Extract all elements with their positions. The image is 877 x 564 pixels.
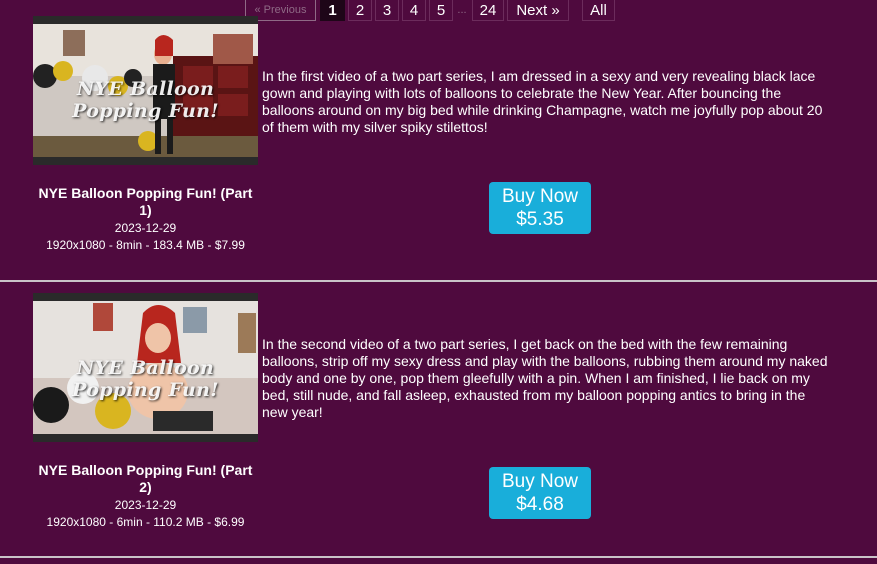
video-thumbnail-part-1[interactable]: NYE Balloon Popping Fun! xyxy=(33,16,258,165)
pagination-page-2[interactable]: 2 xyxy=(348,0,372,21)
buy-now-label: Buy Now xyxy=(501,186,579,207)
video-meta-part-1: NYE Balloon Popping Fun! (Part 1) 2023-1… xyxy=(33,185,258,253)
pagination-all[interactable]: All xyxy=(582,0,615,21)
buy-now-price: $4.68 xyxy=(516,494,564,515)
video-description-part-2: In the second video of a two part series… xyxy=(262,336,828,420)
thumbnail-overlay-text: NYE Balloon Popping Fun! xyxy=(72,78,219,122)
buy-now-button-part-2[interactable]: Buy Now $4.68 xyxy=(489,467,591,519)
pagination-page-4[interactable]: 4 xyxy=(402,0,426,21)
pagination-current-page: 1 xyxy=(320,0,345,21)
item-divider xyxy=(0,280,877,282)
video-specs: 1920x1080 - 8min - 183.4 MB - $7.99 xyxy=(46,238,245,252)
pagination-page-5[interactable]: 5 xyxy=(429,0,453,21)
buy-now-label: Buy Now xyxy=(501,471,579,492)
pagination-next[interactable]: Next » xyxy=(507,0,569,21)
video-thumbnail-part-2[interactable]: NYE Balloon Popping Fun! xyxy=(33,293,258,442)
pagination-page-3[interactable]: 3 xyxy=(375,0,399,21)
video-meta-part-2: NYE Balloon Popping Fun! (Part 2) 2023-1… xyxy=(33,462,258,530)
thumbnail-overlay-text: NYE Balloon Popping Fun! xyxy=(72,357,219,401)
pagination-ellipsis: ... xyxy=(457,4,467,16)
item-divider xyxy=(0,556,877,558)
pagination-page-24[interactable]: 24 xyxy=(472,0,504,21)
buy-now-button-part-1[interactable]: Buy Now $5.35 xyxy=(489,182,591,234)
video-date: 2023-12-29 xyxy=(114,498,177,512)
video-specs: 1920x1080 - 6min - 110.2 MB - $6.99 xyxy=(46,515,245,529)
video-description-part-1: In the first video of a two part series,… xyxy=(262,68,823,135)
video-title[interactable]: NYE Balloon Popping Fun! (Part 2) xyxy=(33,462,258,496)
video-title[interactable]: NYE Balloon Popping Fun! (Part 1) xyxy=(33,185,258,219)
buy-now-price: $5.35 xyxy=(516,209,564,230)
video-date: 2023-12-29 xyxy=(114,221,177,235)
